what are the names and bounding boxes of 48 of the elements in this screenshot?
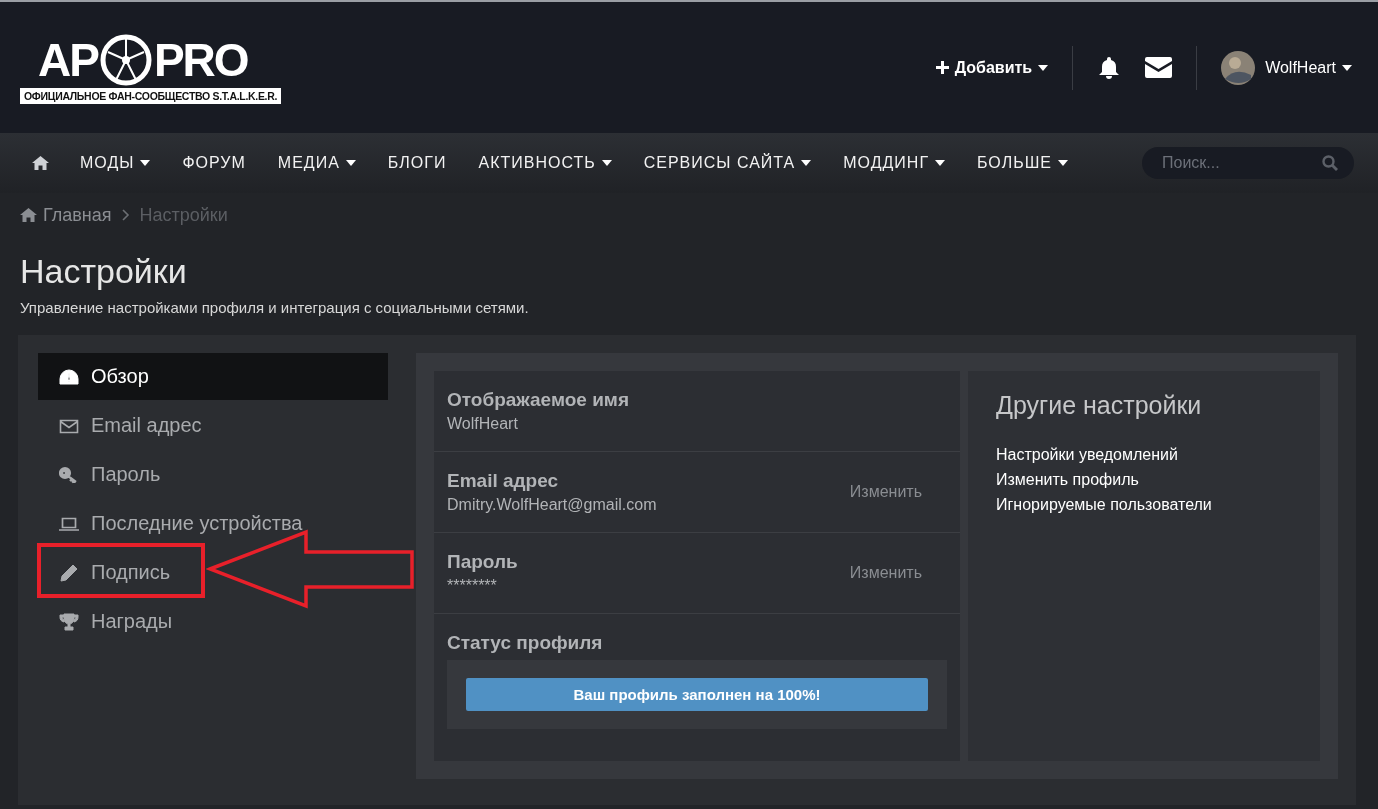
logo-text: PRO xyxy=(153,34,248,85)
nav-link[interactable]: БОЛЬШЕ xyxy=(977,154,1068,172)
nav-link[interactable]: МОДЫ xyxy=(80,154,151,172)
sidebar-item[interactable]: Последние устройства xyxy=(38,500,388,547)
field-label: Пароль xyxy=(447,551,518,573)
site-logo[interactable]: AP PRO ОФИЦИАЛЬНОЕ ФАН-СООБЩЕСТВО S.T.A.L.K.E.R. xyxy=(20,33,282,104)
user-menu[interactable]: WolfHeart xyxy=(1265,58,1352,77)
nav-link[interactable]: ФОРУМ xyxy=(182,154,246,172)
sidebar-item[interactable]: Email адрес xyxy=(38,402,388,449)
field-value: ******** xyxy=(447,577,498,595)
caret-icon xyxy=(1038,64,1049,71)
settings-link[interactable]: Настройки уведомлений xyxy=(996,442,1292,467)
plus-icon xyxy=(935,61,949,74)
field-label: Email адрес xyxy=(447,470,560,492)
sidebar-item[interactable]: Подпись xyxy=(38,549,388,596)
breadcrumb-link[interactable]: Главная xyxy=(43,204,112,226)
envelope-icon[interactable] xyxy=(1145,57,1173,78)
section-title: Другие настройки xyxy=(996,391,1203,420)
settings-link[interactable]: Игнорируемые пользователи xyxy=(996,492,1292,517)
home-icon[interactable] xyxy=(32,156,49,170)
page-title: Настройки xyxy=(20,251,188,291)
field-value: WolfHeart xyxy=(447,415,519,433)
avatar[interactable] xyxy=(1221,50,1256,85)
sidebar-item[interactable]: Пароль xyxy=(38,451,388,498)
home-icon[interactable] xyxy=(20,208,37,222)
change-link[interactable]: Изменить xyxy=(849,564,922,582)
nav-link[interactable]: МЕДИА xyxy=(277,154,356,172)
page-description: Управление настройками профиля и интеграция с социальными сетями. xyxy=(20,299,530,316)
nav-link[interactable]: МОДДИНГ xyxy=(843,154,946,172)
logo-tagline: ОФИЦИАЛЬНОЕ ФАН-СООБЩЕСТВО S.T.A.L.K.E.R. xyxy=(20,87,282,104)
field-value: Dmitry.WolfHeart@gmail.com xyxy=(447,496,657,514)
search-icon[interactable] xyxy=(1322,155,1338,171)
change-link[interactable]: Изменить xyxy=(849,483,922,501)
field-label: Отображаемое имя xyxy=(447,389,629,411)
search-field[interactable]: Поиск... xyxy=(1142,147,1354,179)
nav-link[interactable]: АКТИВНОСТЬ xyxy=(478,154,612,172)
progress-bar: Ваш профиль заполнен на 100%! xyxy=(466,678,928,711)
nav-link[interactable]: БЛОГИ xyxy=(387,154,447,172)
add-button[interactable]: Добавить xyxy=(935,58,1049,77)
chevron-icon xyxy=(121,209,130,221)
bell-icon[interactable] xyxy=(1097,55,1122,80)
field-label: Статус профиля xyxy=(447,632,604,654)
sidebar-item[interactable]: Награды xyxy=(38,598,388,645)
logo-text: AP xyxy=(38,34,98,85)
sidebar-item[interactable]: Обзор xyxy=(38,353,388,400)
nav-link[interactable]: СЕРВИСЫ САЙТА xyxy=(643,154,812,172)
settings-link[interactable]: Изменить профиль xyxy=(996,467,1292,492)
caret-icon xyxy=(1342,64,1352,71)
